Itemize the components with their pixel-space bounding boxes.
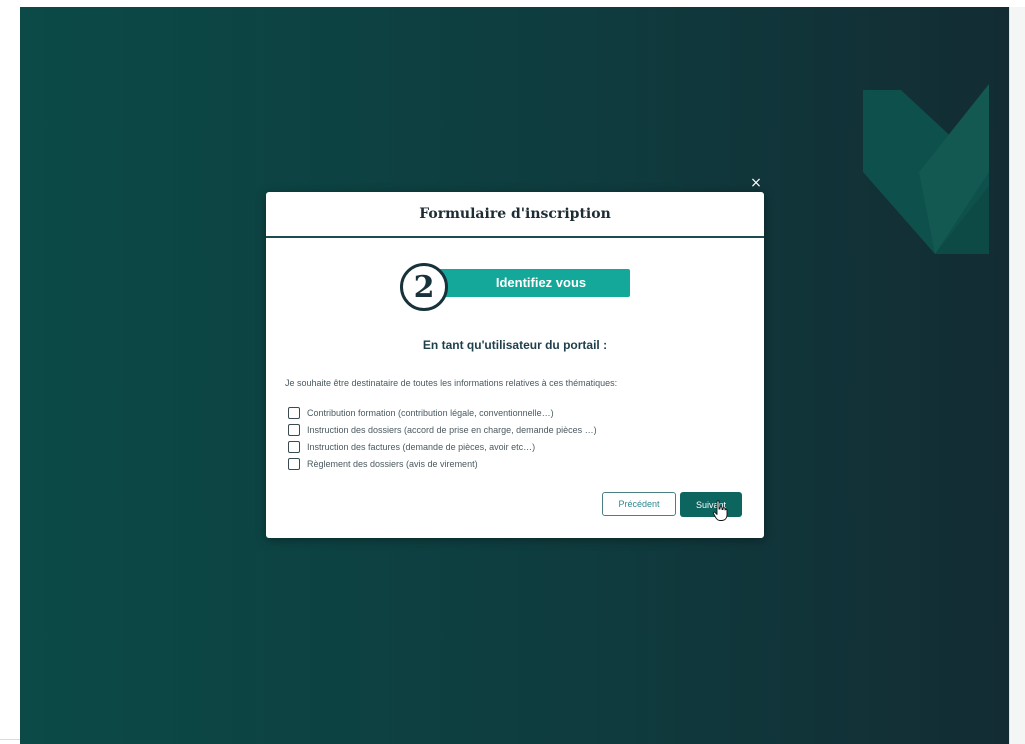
topic-options: Contribution formation (contribution lég… [288,404,597,472]
close-icon[interactable]: × [749,176,763,190]
modal-header: Formulaire d'inscription [266,192,764,238]
brand-chevron-logo [863,84,989,254]
option-instruction-factures[interactable]: Instruction des factures (demande de piè… [288,438,597,455]
option-label: Instruction des dossiers (accord de pris… [307,424,597,435]
modal-title: Formulaire d'inscription [419,206,611,222]
scrollbar-gutter [1009,7,1025,744]
step-label: Identifiez vous [495,275,587,290]
registration-modal: Formulaire d'inscription Identifiez vous… [266,192,764,538]
checkbox[interactable] [288,440,300,453]
step-indicator: Identifiez vous 2 [400,263,632,311]
checkbox[interactable] [288,423,300,436]
next-button[interactable]: Suivant [680,492,742,517]
option-reglement-dossiers[interactable]: Règlement des dossiers (avis de virement… [288,455,597,472]
previous-button[interactable]: Précédent [602,492,676,516]
option-instruction-dossiers[interactable]: Instruction des dossiers (accord de pris… [288,421,597,438]
hand-pointer-cursor-icon [712,500,728,521]
divider [0,739,20,740]
option-label: Contribution formation (contribution lég… [307,407,554,418]
intro-text: Je souhaite être destinataire de toutes … [285,378,618,388]
option-label: Instruction des factures (demande de piè… [307,441,536,452]
checkbox[interactable] [288,406,300,419]
option-contribution-formation[interactable]: Contribution formation (contribution lég… [288,404,597,421]
option-label: Règlement des dossiers (avis de virement… [307,458,478,469]
checkbox[interactable] [288,457,300,470]
step-number-badge: 2 [400,263,448,311]
section-subtitle: En tant qu'utilisateur du portail : [422,338,608,352]
